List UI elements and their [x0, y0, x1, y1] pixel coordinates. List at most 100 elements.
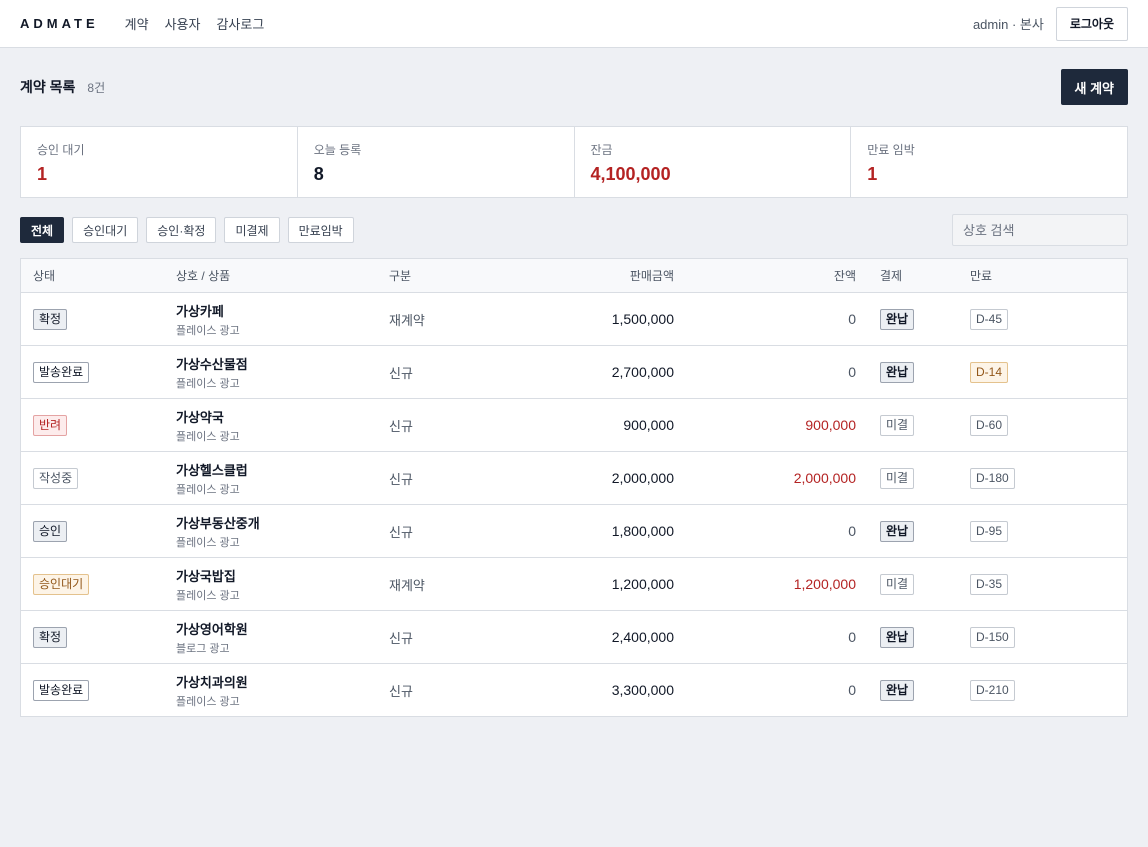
stat-balance-due: 잔금 4,100,000: [575, 127, 852, 197]
expiry-badge: D-35: [970, 573, 1009, 595]
table-row[interactable]: 승인대기 가상국밥집 플레이스 광고 재계약 1,200,000 1,200,000 미결 D…: [21, 557, 1127, 610]
filter-approved-confirmed[interactable]: 승인·확정: [146, 217, 217, 243]
product-name: 플레이스 광고: [176, 430, 240, 443]
contract-count: 8건: [87, 80, 106, 95]
balance-amount: 2,000,000: [793, 470, 856, 486]
column-header-payment[interactable]: 결제: [856, 267, 970, 284]
status-badge: 발송완료: [33, 361, 90, 383]
filter-all[interactable]: 전체: [20, 217, 65, 243]
product-name: 플레이스 광고: [176, 589, 240, 602]
table-header-row: 상태 상호 / 상품 구분 판매금액 잔액 결제 만료: [21, 259, 1127, 292]
balance-amount: 0: [848, 629, 856, 645]
main-nav: 계약 사용자 감사로그: [125, 14, 265, 33]
expiry-badge: D-95: [970, 520, 1009, 542]
nav-users[interactable]: 사용자: [165, 14, 201, 33]
status-cell: 발송완료: [21, 361, 176, 383]
contracts-table: 상태 상호 / 상품 구분 판매금액 잔액 결제 만료 확정 가상카페 플레이스 광…: [20, 258, 1128, 717]
contract-type: 재계약: [389, 577, 425, 593]
logout-button[interactable]: 로그아웃: [1055, 6, 1128, 41]
stat-value: 4,100,000: [590, 164, 671, 184]
status-cell: 반려: [21, 414, 176, 436]
stat-label: 잔금: [590, 143, 613, 157]
contract-type: 신규: [389, 365, 413, 381]
status-badge: 승인대기: [33, 573, 90, 595]
status-badge: 승인: [33, 520, 68, 542]
column-header-amount[interactable]: 판매금액: [509, 267, 674, 284]
business-name[interactable]: 가상약국: [176, 407, 389, 426]
table-row[interactable]: 발송완료 가상치과의원 플레이스 광고 신규 3,300,000 0 완납 D-210: [21, 663, 1127, 716]
column-header-type[interactable]: 구분: [389, 267, 509, 284]
status-badge: 확정: [33, 626, 68, 648]
expiry-badge: D-150: [970, 626, 1015, 648]
status-badge: 작성중: [33, 467, 79, 489]
table-row[interactable]: 작성중 가상헬스클럽 플레이스 광고 신규 2,000,000 2,000,000 미결 D-…: [21, 451, 1127, 504]
stat-pending-approval: 승인 대기 1: [21, 127, 298, 197]
stat-value: 1: [867, 164, 878, 184]
expiry-badge: D-210: [970, 679, 1015, 701]
table-row[interactable]: 발송완료 가상수산물점 플레이스 광고 신규 2,700,000 0 완납 D-14: [21, 345, 1127, 398]
payment-badge: 미결: [880, 573, 915, 595]
status-cell: 승인: [21, 520, 176, 542]
search-input[interactable]: [952, 214, 1128, 246]
filter-bar: 전체 승인대기 승인·확정 미결제 만료임박: [0, 214, 1148, 246]
balance-amount: 0: [848, 364, 856, 380]
sale-amount: 2,700,000: [611, 364, 674, 380]
name-cell: 가상수산물점플레이스 광고: [176, 354, 389, 391]
expiry-cell: D-95: [970, 520, 1127, 542]
sale-amount: 1,800,000: [611, 523, 674, 539]
name-cell: 가상영어학원블로그 광고: [176, 619, 389, 656]
payment-cell: 완납: [856, 361, 970, 383]
balance-amount: 900,000: [805, 417, 856, 433]
column-header-balance[interactable]: 잔액: [674, 267, 856, 284]
filter-expiring[interactable]: 만료임박: [287, 217, 354, 243]
stat-value: 1: [37, 164, 48, 184]
expiry-cell: D-180: [970, 467, 1127, 489]
filter-unpaid[interactable]: 미결제: [224, 217, 280, 243]
business-name[interactable]: 가상카페: [176, 301, 389, 320]
name-cell: 가상부동산중개플레이스 광고: [176, 513, 389, 550]
business-name[interactable]: 가상수산물점: [176, 354, 389, 373]
status-badge: 확정: [33, 308, 68, 330]
business-name[interactable]: 가상영어학원: [176, 619, 389, 638]
status-cell: 승인대기: [21, 573, 176, 595]
product-name: 블로그 광고: [176, 642, 230, 655]
business-name[interactable]: 가상치과의원: [176, 672, 389, 691]
expiry-cell: D-60: [970, 414, 1127, 436]
status-badge: 반려: [33, 414, 68, 436]
nav-audit-log[interactable]: 감사로그: [216, 14, 264, 33]
payment-cell: 미결: [856, 573, 970, 595]
payment-badge: 미결: [880, 414, 915, 436]
table-row[interactable]: 반려 가상약국 플레이스 광고 신규 900,000 900,000 미결 D-60: [21, 398, 1127, 451]
status-cell: 확정: [21, 626, 176, 648]
name-cell: 가상치과의원플레이스 광고: [176, 672, 389, 709]
business-name[interactable]: 가상헬스클럽: [176, 460, 389, 479]
table-row[interactable]: 승인 가상부동산중개 플레이스 광고 신규 1,800,000 0 완납 D-95: [21, 504, 1127, 557]
column-header-expiry[interactable]: 만료: [970, 267, 1127, 284]
table-row[interactable]: 확정 가상영어학원 블로그 광고 신규 2,400,000 0 완납 D-150: [21, 610, 1127, 663]
brand-logo[interactable]: ADMATE: [20, 16, 99, 31]
stat-label: 오늘 등록: [313, 143, 362, 157]
expiry-cell: D-210: [970, 679, 1127, 701]
contract-type: 신규: [389, 418, 413, 434]
nav-contracts[interactable]: 계약: [125, 14, 149, 33]
column-header-status[interactable]: 상태: [21, 267, 176, 284]
payment-cell: 완납: [856, 626, 970, 648]
product-name: 플레이스 광고: [176, 483, 240, 496]
product-name: 플레이스 광고: [176, 536, 240, 549]
product-name: 플레이스 광고: [176, 695, 240, 708]
name-cell: 가상카페 플레이스 광고: [176, 301, 389, 338]
business-name[interactable]: 가상부동산중개: [176, 513, 389, 532]
status-badge: 발송완료: [33, 679, 90, 701]
table-row[interactable]: 확정 가상카페 플레이스 광고 재계약 1,500,000 0 완납 D-45: [21, 292, 1127, 345]
payment-badge: 미결: [880, 467, 915, 489]
balance-amount: 1,200,000: [793, 576, 856, 592]
payment-badge: 완납: [880, 626, 915, 648]
column-header-name[interactable]: 상호 / 상품: [176, 267, 389, 284]
product-name: 플레이스 광고: [176, 377, 240, 390]
sale-amount: 2,400,000: [611, 629, 674, 645]
business-name[interactable]: 가상국밥집: [176, 566, 389, 585]
filter-pending[interactable]: 승인대기: [72, 217, 139, 243]
status-cell: 작성중: [21, 467, 176, 489]
new-contract-button[interactable]: 새 계약: [1060, 69, 1128, 105]
stat-value: 8: [313, 164, 324, 184]
